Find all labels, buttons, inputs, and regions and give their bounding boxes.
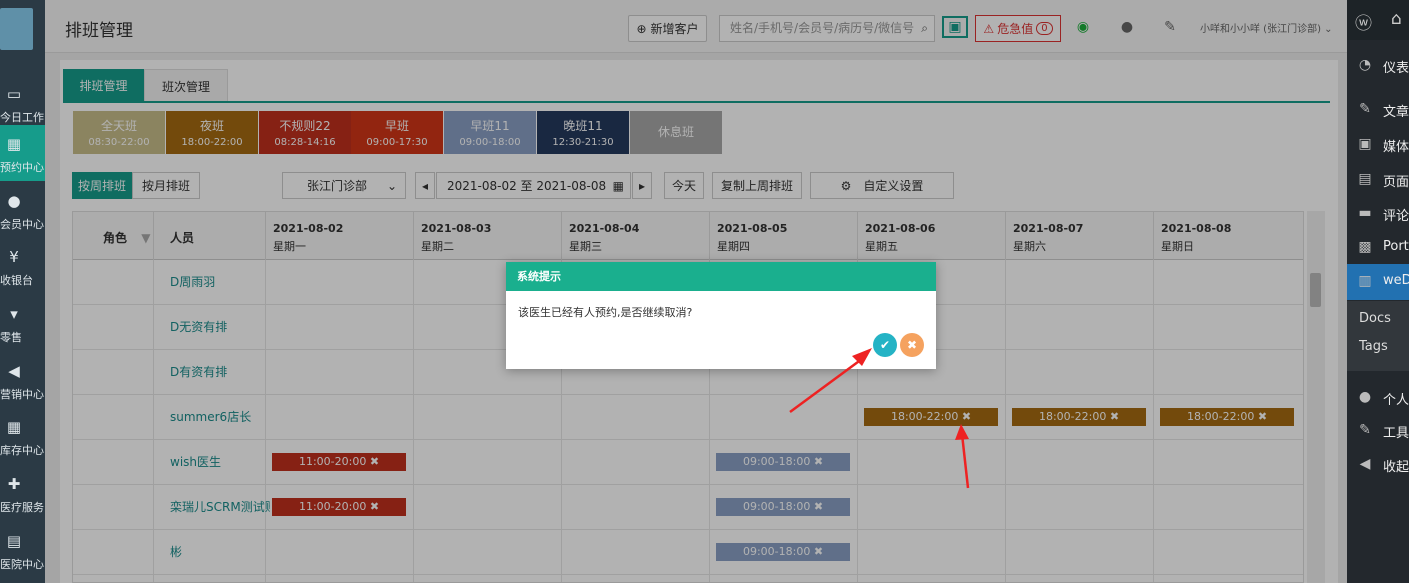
medkit-icon: ✚ [7,475,21,493]
left-sidebar: ▭ 今日工作 ▦ 预约中心 ● 会员中心 ¥ 收银台 ▾ 零售 ◀ 营销中心 ▦ 库存中心 ✚… [0,0,45,583]
wp-menu-item[interactable]: ▣ 媒体 [1347,127,1409,163]
grid-icon: ▦ [6,418,22,436]
confirm-button[interactable]: ✔ [873,333,897,357]
nav-retail[interactable]: ▾ 零售 [0,295,45,351]
pages-icon: ▤ [1358,171,1372,187]
portfolio-icon: ▩ [1358,239,1372,255]
nav-member[interactable]: ● 会员中心 [0,182,45,238]
dashboard-icon: ◔ [1358,57,1372,73]
wp-menu-item[interactable]: ▬ 评论 [1347,196,1409,232]
dialog-title: 系统提示 [506,262,936,291]
nav-inventory[interactable]: ▦ 库存中心 [0,408,45,464]
doc-icon: ▥ [1358,273,1372,289]
megaphone-icon: ◀ [8,362,20,380]
home-icon[interactable]: ⌂ [1391,9,1402,29]
pin-icon: ✎ [1359,101,1371,117]
wp-admin-sidebar: ⓦ ⌂ ◔ 仪表 ✎ 文章 ▣ 媒体 ▤ 页面 ▬ 评论 ▩ Port ▥ weD Docs Tags ●… [1347,0,1409,583]
wp-menu-item[interactable]: ✎ 工具 [1347,413,1409,449]
hospital-icon: ▤ [6,532,22,550]
nav-medical[interactable]: ✚ 医疗服务 [0,465,45,521]
wp-sub-tags[interactable]: Tags [1359,339,1388,354]
cart-icon: ▾ [10,305,18,323]
wp-menu-item[interactable]: ▩ Port [1347,230,1409,266]
person-icon: ● [1358,389,1372,405]
collapse-icon: ◀ [1359,456,1371,472]
calendar-icon: ▦ [6,135,22,153]
nav-hospital[interactable]: ▤ 医院中心 [0,522,45,578]
wp-menu-item[interactable]: ▥ weD [1347,264,1409,300]
close-icon: ✖ [906,338,918,352]
dialog-message: 该医生已经有人预约,是否继续取消? [518,306,693,319]
wp-menu-item[interactable]: ✎ 文章 [1347,92,1409,128]
app-logo[interactable] [0,8,33,50]
system-prompt-dialog: 系统提示 该医生已经有人预约,是否继续取消? [506,262,936,369]
nav-marketing[interactable]: ◀ 营销中心 [0,352,45,408]
wp-menu-item[interactable]: ● 个人 [1347,380,1409,416]
wp-menu-item[interactable]: ▤ 页面 [1347,162,1409,198]
nav-cashier[interactable]: ¥ 收银台 [0,238,45,294]
nav-today-work[interactable]: ▭ 今日工作 [0,75,45,131]
wp-menu-item[interactable]: ◔ 仪表 [1347,48,1409,84]
wp-admin-bar: ⓦ ⌂ [1347,0,1409,40]
wp-menu-item[interactable]: ◀ 收起 [1347,447,1409,483]
wordpress-icon[interactable]: ⓦ [1355,9,1372,34]
wrench-icon: ✎ [1359,422,1371,438]
cancel-button[interactable]: ✖ [900,333,924,357]
comment-icon: ▬ [1358,205,1372,221]
check-icon: ✔ [879,338,891,352]
wp-submenu: Docs Tags [1347,301,1409,371]
wp-sub-docs[interactable]: Docs [1359,311,1391,326]
users-icon: ● [7,192,21,210]
media-icon: ▣ [1358,136,1372,152]
nav-appointment[interactable]: ▦ 预约中心 [0,125,45,181]
yen-icon: ¥ [9,248,19,266]
laptop-icon: ▭ [6,85,22,103]
